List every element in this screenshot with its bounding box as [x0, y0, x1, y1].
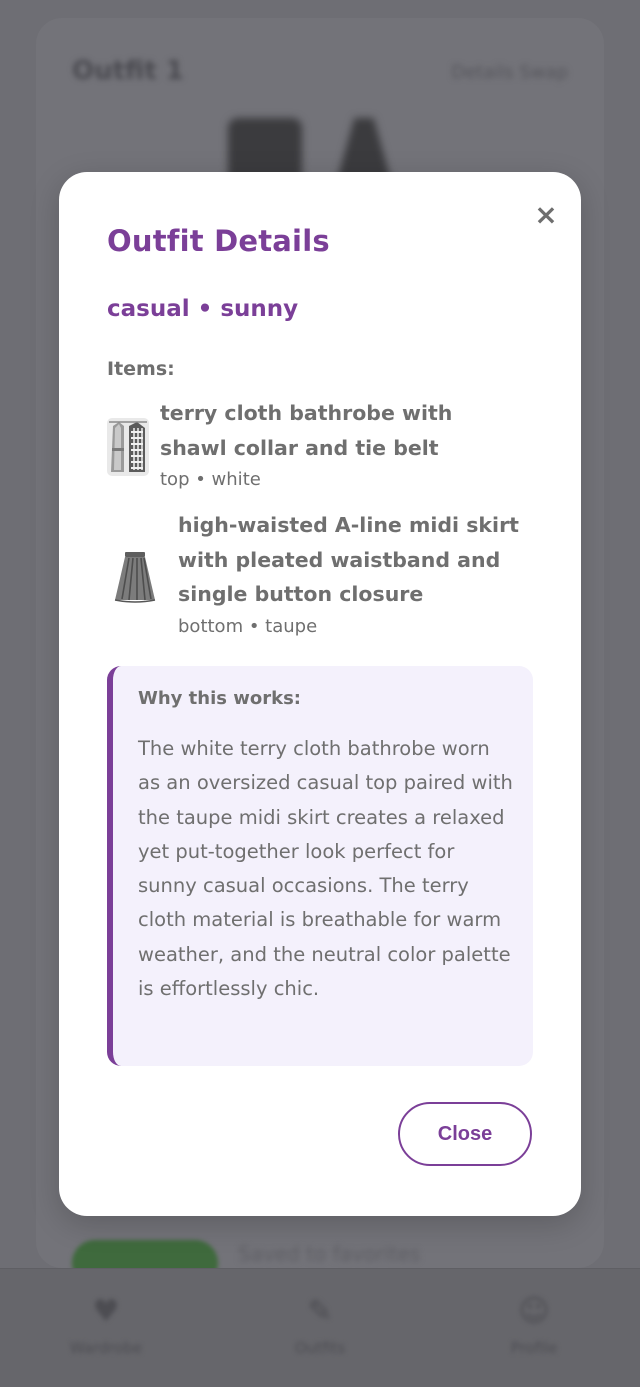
outfit-details-modal: × Outfit Details casual • sunny Items: t… [59, 172, 581, 1216]
bathrobe-thumbnail [107, 418, 149, 476]
heart-icon: ♥ [92, 1294, 120, 1329]
modal-title: Outfit Details [107, 224, 330, 258]
background-link: Details Swap [451, 62, 568, 83]
close-icon[interactable]: × [533, 201, 559, 229]
nav-item-outfits: ✎ Outfits [260, 1294, 380, 1358]
outfit-item-text: high-waisted A-line midi skirt with plea… [178, 508, 528, 641]
why-description: The white terry cloth bathrobe worn as a… [138, 737, 513, 1001]
background-title: Outfit 1 [72, 56, 184, 86]
why-this-works-panel: Why this works: The white terry cloth ba… [107, 666, 533, 1066]
occasion-weather-tags: casual • sunny [107, 296, 299, 322]
items-heading: Items: [107, 358, 175, 380]
outfit-item-top: terry cloth bathrobe with shawl collar a… [107, 396, 520, 494]
why-title: Why this works: [138, 688, 301, 709]
item-name: high-waisted A-line midi skirt with plea… [178, 513, 519, 606]
pencil-icon: ✎ [307, 1294, 333, 1329]
nav-item-profile: ☺ Profile [474, 1294, 594, 1358]
item-meta: bottom • taupe [178, 615, 318, 637]
nav-item-wardrobe: ♥ Wardrobe [46, 1294, 166, 1358]
outfit-item-text: terry cloth bathrobe with shawl collar a… [160, 396, 520, 494]
user-icon: ☺ [518, 1294, 550, 1329]
item-name: terry cloth bathrobe with shawl collar a… [160, 401, 453, 460]
background-bottom-nav: ♥ Wardrobe ✎ Outfits ☺ Profile [0, 1268, 640, 1387]
item-meta: top • white [160, 469, 261, 490]
skirt-thumbnail [107, 544, 163, 608]
outfit-item-bottom: high-waisted A-line midi skirt with plea… [107, 508, 528, 641]
close-button[interactable]: Close [398, 1102, 532, 1166]
background-pill-text: Saved to favorites [238, 1242, 421, 1266]
